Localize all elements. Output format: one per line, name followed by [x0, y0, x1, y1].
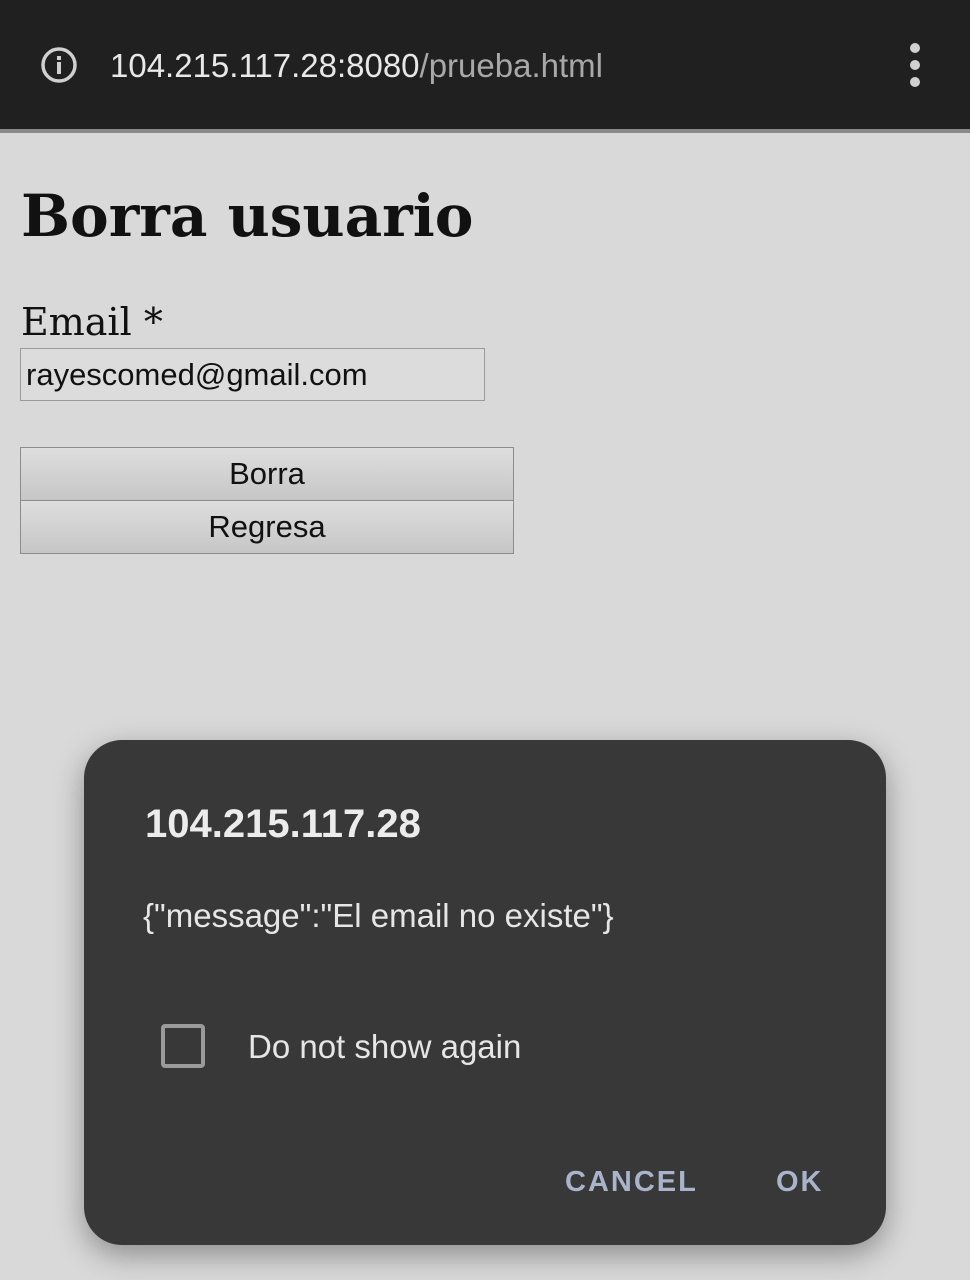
more-vert-icon[interactable]	[898, 40, 932, 92]
url-path: /prueba.html	[419, 47, 603, 84]
borra-button[interactable]: Borra	[20, 447, 514, 501]
alert-dialog: 104.215.117.28 {"message":"El email no e…	[84, 740, 886, 1245]
browser-toolbar: 104.215.117.28:8080/prueba.html	[0, 0, 970, 133]
address-bar[interactable]: 104.215.117.28:8080/prueba.html	[110, 44, 603, 88]
email-label: Email *	[21, 300, 163, 344]
dialog-message: {"message":"El email no existe"}	[143, 897, 614, 934]
do-not-show-checkbox[interactable]	[161, 1024, 205, 1068]
info-icon[interactable]	[40, 46, 78, 84]
page-title: Borra usuario	[21, 182, 474, 250]
dialog-title: 104.215.117.28	[145, 802, 421, 846]
ok-button[interactable]: OK	[776, 1160, 824, 1204]
email-field[interactable]	[20, 348, 485, 401]
do-not-show-label[interactable]: Do not show again	[248, 1027, 521, 1067]
regresa-button[interactable]: Regresa	[20, 500, 514, 554]
cancel-button[interactable]: CANCEL	[565, 1160, 698, 1204]
url-host: 104.215.117.28:8080	[110, 47, 420, 84]
